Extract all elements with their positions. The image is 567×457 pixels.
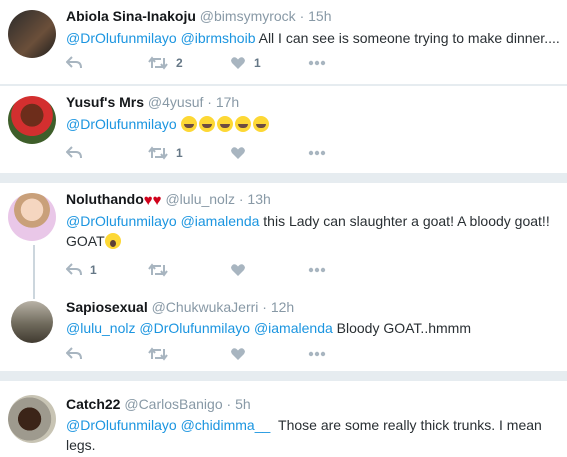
user-name[interactable]: Catch22	[66, 396, 120, 412]
like-button[interactable]	[230, 261, 246, 279]
tweet-body: Those are some really thick trunks. I me…	[278, 417, 542, 433]
avatar[interactable]	[8, 395, 56, 443]
more-icon	[308, 351, 326, 357]
separator: ·	[226, 396, 232, 412]
retweet-button[interactable]: 1	[148, 144, 183, 162]
avatar[interactable]	[8, 96, 56, 144]
retweet-button[interactable]	[148, 345, 168, 363]
reply-icon	[66, 347, 82, 360]
grinning-emoji-icon	[216, 116, 233, 132]
tweet-body: All I can see is someone trying to make …	[258, 30, 560, 46]
screaming-emoji-icon	[104, 233, 121, 249]
mention[interactable]: @DrOlufunmilayo	[139, 320, 250, 336]
reply-button[interactable]	[66, 144, 82, 162]
reply-icon	[66, 263, 82, 276]
reply-button[interactable]	[66, 54, 82, 72]
user-name[interactable]: Abiola Sina-Inakoju	[66, 8, 196, 24]
timestamp[interactable]: 15h	[308, 8, 331, 24]
user-handle[interactable]: @CarlosBanigo	[124, 396, 222, 412]
retweet-count: 2	[176, 56, 183, 70]
tweet-body: this Lady can slaughter a goat! A bloody…	[263, 213, 550, 229]
red-heart-emoji-icon: ♥	[152, 192, 162, 209]
heart-icon	[231, 57, 245, 69]
like-count: 1	[254, 56, 261, 70]
tweet[interactable]: Yusuf's Mrs @4yusuf · 17h @DrOlufunmilay…	[0, 86, 567, 173]
heart-icon	[231, 348, 245, 360]
reply-button[interactable]	[66, 345, 82, 363]
like-button[interactable]	[230, 144, 246, 162]
more-button[interactable]	[308, 144, 326, 162]
timestamp[interactable]: 12h	[271, 299, 294, 315]
tweet[interactable]: Catch22 @CarlosBanigo · 5h @DrOlufunmila…	[0, 381, 567, 457]
red-heart-emoji-icon: ♥	[143, 192, 153, 209]
heart-icon	[231, 147, 245, 159]
separator: ·	[238, 191, 244, 207]
tweet-feed: Abiola Sina-Inakoju @bimsymyrock · 15h @…	[0, 0, 567, 457]
tweet-text: @DrOlufunmilayo @iamalenda this Lady can…	[66, 211, 562, 251]
heart-icon	[231, 264, 245, 276]
reply-count: 1	[90, 263, 97, 277]
retweet-button[interactable]	[148, 261, 168, 279]
mention[interactable]: @iamalenda	[254, 320, 333, 336]
conversation: Noluthando♥♥ @lulu_nolz · 13h @DrOlufunm…	[0, 183, 567, 371]
user-name[interactable]: Noluthando	[66, 191, 144, 207]
mention[interactable]: @chidimma__	[181, 417, 271, 433]
tweet-text: @lulu_nolz @DrOlufunmilayo @iamalenda Bl…	[66, 318, 562, 338]
like-button[interactable]: 1	[230, 54, 261, 72]
separator: ·	[299, 8, 305, 24]
grinning-emoji-icon	[180, 116, 197, 132]
grinning-emoji-icon	[198, 116, 215, 132]
reply-button[interactable]: 1	[66, 261, 97, 279]
reply-icon	[66, 56, 82, 69]
reply-icon	[66, 146, 82, 159]
user-handle[interactable]: @bimsymyrock	[200, 8, 296, 24]
user-handle[interactable]: @lulu_nolz	[165, 191, 234, 207]
like-button[interactable]	[230, 345, 246, 363]
retweet-count: 1	[176, 146, 183, 160]
retweet-icon	[148, 263, 168, 277]
grinning-emoji-icon	[234, 116, 251, 132]
timestamp[interactable]: 13h	[247, 191, 270, 207]
more-icon	[308, 267, 326, 273]
timestamp[interactable]: 17h	[216, 94, 239, 110]
more-button[interactable]	[308, 345, 326, 363]
grinning-emoji-icon	[252, 116, 269, 132]
mention[interactable]: @ibrmshoib	[181, 30, 256, 46]
retweet-icon	[148, 146, 168, 160]
tweet-text: @DrOlufunmilayo @chidimma__ Those are so…	[66, 415, 562, 455]
tweet-body-line-2: GOAT	[66, 233, 105, 249]
more-icon	[308, 150, 326, 156]
more-button[interactable]	[308, 261, 326, 279]
retweet-icon	[148, 56, 168, 70]
separator: ·	[207, 94, 212, 110]
mention[interactable]: @DrOlufunmilayo	[66, 417, 177, 433]
tweet[interactable]: Abiola Sina-Inakoju @bimsymyrock · 15h @…	[0, 0, 567, 84]
mention[interactable]: @DrOlufunmilayo	[66, 30, 177, 46]
mention[interactable]: @iamalenda	[181, 213, 260, 229]
retweet-icon	[148, 347, 168, 361]
tweet-body-line-2: legs.	[66, 437, 96, 453]
avatar[interactable]	[8, 193, 56, 241]
user-handle[interactable]: @4yusuf	[148, 94, 203, 110]
mention[interactable]: @DrOlufunmilayo	[66, 116, 177, 132]
mention[interactable]: @lulu_nolz	[66, 320, 135, 336]
tweet-text: @DrOlufunmilayo	[66, 114, 562, 134]
user-name[interactable]: Yusuf's Mrs	[66, 94, 144, 110]
mention[interactable]: @DrOlufunmilayo	[66, 213, 177, 229]
user-handle[interactable]: @ChukwukaJerri	[152, 299, 259, 315]
thread-line	[33, 245, 35, 299]
avatar[interactable]	[11, 301, 53, 343]
user-name[interactable]: Sapiosexual	[66, 299, 148, 315]
tweet-text: @DrOlufunmilayo @ibrmshoib All I can see…	[66, 28, 562, 48]
timestamp[interactable]: 5h	[235, 396, 251, 412]
separator: ·	[262, 299, 267, 315]
more-icon	[308, 60, 326, 66]
avatar[interactable]	[8, 10, 56, 58]
tweet-body: Bloody GOAT..hmmm	[336, 320, 471, 336]
retweet-button[interactable]: 2	[148, 54, 183, 72]
more-button[interactable]	[308, 54, 326, 72]
